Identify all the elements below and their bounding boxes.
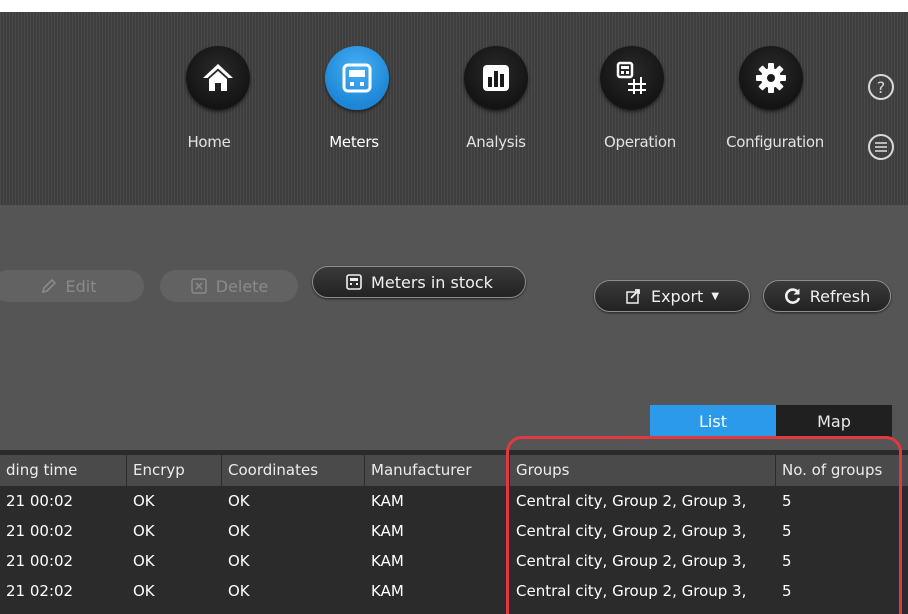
meter-icon (346, 274, 362, 290)
reading-time-cell: 21 02:02 (6, 582, 74, 600)
nav-home-label: Home (187, 133, 231, 151)
reading-time-cell: 21 00:02 (6, 552, 74, 570)
export-icon (626, 289, 640, 304)
nav-home[interactable]: Home (149, 46, 269, 186)
nav-operation[interactable]: Operation (580, 46, 700, 186)
no-of-groups-cell: 5 (782, 522, 792, 540)
reading-time-cell: 21 00:02 (6, 492, 74, 510)
meter-icon (325, 46, 389, 110)
groups-cell: Central city, Group 2, Group 3, (516, 492, 747, 510)
map-view-label: Map (817, 411, 851, 431)
delete-button-label: Delete (215, 276, 269, 296)
coordinates-cell: OK (228, 552, 250, 570)
meters-in-stock-button[interactable]: Meters in stock (312, 266, 526, 298)
list-menu-icon[interactable] (868, 134, 894, 160)
column-header-coordinates[interactable]: Coordinates (222, 455, 364, 486)
column-header-encryption[interactable]: Encryp (127, 455, 221, 486)
manufacturer-cell: KAM (371, 582, 404, 600)
no-of-groups-cell: 5 (782, 552, 792, 570)
edit-button-label: Edit (65, 276, 97, 296)
help-glyph: ? (876, 77, 886, 97)
delete-button[interactable]: Delete (160, 270, 298, 302)
column-header-groups[interactable]: Groups (510, 455, 775, 486)
gear-icon (739, 46, 803, 110)
no-of-groups-cell: 5 (782, 582, 792, 600)
refresh-button-label: Refresh (809, 286, 871, 306)
meters-in-stock-label: Meters in stock (371, 272, 493, 292)
list-view-label: List (699, 411, 727, 431)
refresh-icon (784, 288, 801, 304)
meters-table: ding time Encryp Coordinates Manufacture… (0, 450, 908, 614)
operation-icon (600, 46, 664, 110)
manufacturer-cell: KAM (371, 492, 404, 510)
chevron-down-icon: ▼ (711, 290, 720, 302)
coordinates-cell: OK (228, 492, 250, 510)
manufacturer-cell: KAM (371, 552, 404, 570)
nav-operation-label: Operation (604, 133, 676, 151)
coordinates-cell: OK (228, 582, 250, 600)
help-icon[interactable]: ? (868, 74, 894, 100)
meters-app: Home Meters Analysis Operation Configura… (0, 12, 908, 614)
column-header-reading-time[interactable]: ding time (0, 455, 126, 486)
coordinates-cell: OK (228, 522, 250, 540)
export-button-label: Export (650, 286, 704, 306)
groups-cell: Central city, Group 2, Group 3, (516, 552, 747, 570)
nav-meters-label: Meters (329, 133, 379, 151)
nav-analysis[interactable]: Analysis (436, 46, 556, 186)
encryption-cell: OK (133, 492, 155, 510)
map-view-tab[interactable]: Map (776, 405, 892, 437)
nav-analysis-label: Analysis (466, 133, 526, 151)
pencil-icon (41, 278, 56, 294)
column-header-no-of-groups[interactable]: No. of groups (776, 455, 908, 486)
reading-time-cell: 21 00:02 (6, 522, 74, 540)
nav-configuration-label: Configuration (726, 133, 824, 151)
nav-meters[interactable]: Meters (294, 46, 414, 186)
no-of-groups-cell: 5 (782, 492, 792, 510)
list-view-tab[interactable]: List (650, 405, 776, 437)
delete-icon (190, 278, 207, 294)
groups-cell: Central city, Group 2, Group 3, (516, 522, 747, 540)
home-icon (186, 46, 250, 110)
manufacturer-cell: KAM (371, 522, 404, 540)
groups-cell: Central city, Group 2, Group 3, (516, 582, 747, 600)
encryption-cell: OK (133, 552, 155, 570)
refresh-button[interactable]: Refresh (763, 280, 891, 312)
bar-chart-icon (464, 46, 528, 110)
edit-button[interactable]: Edit (0, 270, 144, 302)
nav-configuration[interactable]: Configuration (715, 46, 835, 186)
encryption-cell: OK (133, 582, 155, 600)
column-header-manufacturer[interactable]: Manufacturer (365, 455, 509, 486)
encryption-cell: OK (133, 522, 155, 540)
main-navigation-bar: Home Meters Analysis Operation Configura… (0, 12, 908, 205)
export-button[interactable]: Export ▼ (594, 280, 750, 312)
